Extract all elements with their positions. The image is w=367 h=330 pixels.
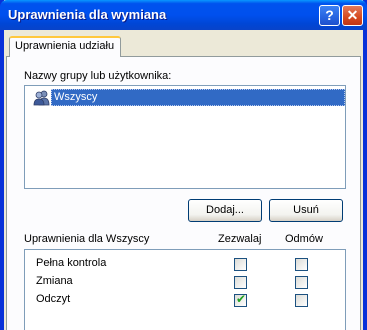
- allow-checkbox-change[interactable]: [234, 276, 247, 289]
- tab-label: Uprawnienia udziału: [15, 40, 115, 52]
- users-listbox[interactable]: Wszyscy: [24, 85, 346, 189]
- permission-row-full-control: Pełna kontrola: [25, 255, 325, 272]
- help-button[interactable]: ?: [319, 5, 340, 26]
- permissions-list: Pełna kontrola Zmiana Odczyt ✔: [24, 249, 346, 330]
- checkmark-icon: ✔: [236, 292, 247, 306]
- title-bar[interactable]: Uprawnienia dla wymiana ? ✕: [0, 0, 367, 30]
- permission-name: Pełna kontrola: [36, 257, 107, 269]
- deny-checkbox-read[interactable]: [295, 294, 308, 307]
- add-button[interactable]: Dodaj...: [188, 199, 262, 222]
- permission-name: Odczyt: [36, 293, 71, 305]
- deny-checkbox-change[interactable]: [295, 276, 308, 289]
- allow-checkbox-read[interactable]: ✔: [234, 292, 247, 307]
- users-group-icon: [33, 89, 50, 106]
- allow-checkbox-full-control[interactable]: [234, 258, 247, 271]
- window-title: Uprawnienia dla wymiana: [8, 7, 167, 22]
- permissions-header: Uprawnienia dla Wszyscy: [24, 233, 150, 245]
- users-label: Nazwy grupy lub użytkownika:: [24, 70, 172, 82]
- allow-column-header: Zezwalaj: [218, 233, 262, 245]
- tab-share-permissions[interactable]: Uprawnienia udziału: [9, 36, 121, 57]
- list-item[interactable]: Wszyscy: [33, 89, 345, 106]
- deny-checkbox-full-control[interactable]: [295, 258, 308, 271]
- permission-row-change: Zmiana: [25, 273, 325, 290]
- close-button[interactable]: ✕: [342, 5, 363, 26]
- permission-name: Zmiana: [36, 275, 73, 287]
- user-name: Wszyscy: [51, 89, 345, 106]
- deny-column-header: Odmów: [285, 233, 323, 245]
- remove-button[interactable]: Usuń: [269, 199, 343, 222]
- permission-row-read: Odczyt ✔: [25, 291, 325, 308]
